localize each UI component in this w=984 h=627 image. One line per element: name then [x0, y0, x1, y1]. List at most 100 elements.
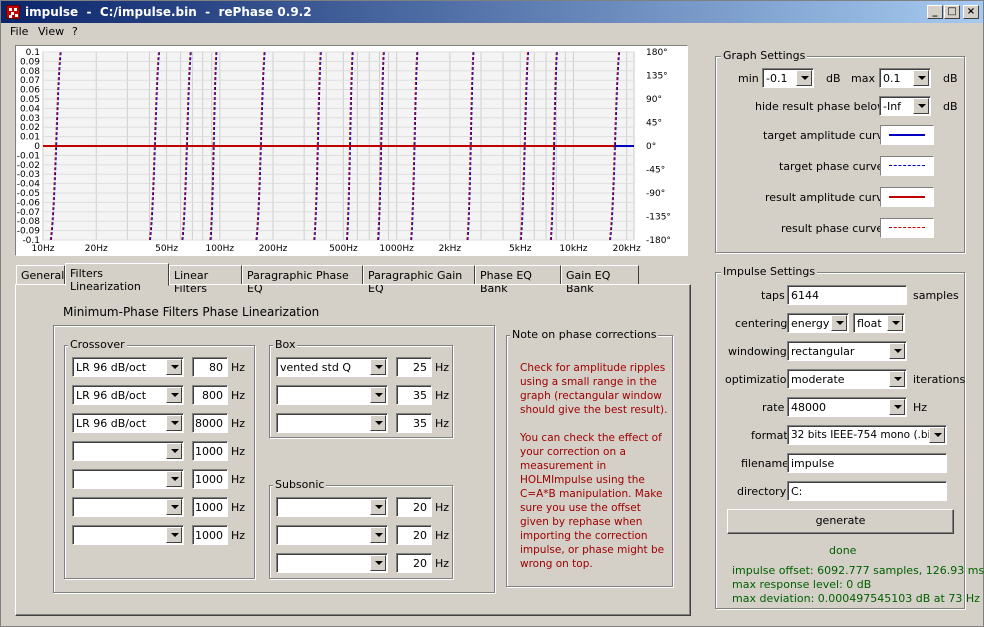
x-tick-label: 100Hz	[205, 244, 234, 254]
note-legend: Note on phase corrections	[510, 328, 659, 341]
taps-input[interactable]: 6144	[787, 285, 907, 305]
crossover-frequency-input[interactable]: 8000	[192, 413, 228, 433]
target-amplitude-swatch[interactable]	[880, 125, 934, 145]
crossover-type-select[interactable]	[72, 441, 184, 461]
chevron-down-icon	[831, 315, 847, 331]
note-line: HOLMImpulse using the	[520, 474, 645, 486]
tab-gain-eq-bank[interactable]: Gain EQ Bank	[561, 265, 639, 295]
note-line: impulse, or phase might be	[520, 544, 665, 556]
subsonic-type-select[interactable]	[276, 497, 388, 517]
chevron-down-icon	[370, 359, 386, 375]
phase-tick-label: 45°	[646, 119, 662, 129]
subsonic-hz-label: Hz	[435, 529, 450, 542]
maximize-icon[interactable]: □	[944, 5, 960, 19]
directory-input[interactable]: C:	[787, 481, 947, 501]
tab-general[interactable]: General	[16, 265, 65, 285]
chevron-down-icon	[166, 527, 182, 543]
subsonic-frequency-input[interactable]: 20	[396, 553, 432, 573]
filename-input[interactable]: impulse	[787, 453, 947, 473]
title-bar: impulse - C:/impulse.bin - rePhase 0.9.2…	[1, 1, 983, 23]
box-type-select[interactable]	[276, 413, 388, 433]
menu-help[interactable]: ?	[72, 25, 78, 38]
note-line: Check for amplitude ripples	[520, 362, 666, 374]
format-select[interactable]: 32 bits IEEE-754 mono (.bin)	[787, 425, 947, 445]
min-unit: dB	[826, 72, 841, 85]
tab-filters-linearization[interactable]: Filters Linearization	[65, 263, 169, 293]
crossover-type-select[interactable]	[72, 525, 184, 545]
filename-label: filename	[741, 457, 789, 470]
crossover-hz-label: Hz	[231, 445, 246, 458]
note-line: given by rephase when	[520, 516, 643, 528]
phase-tick-label: 90°	[646, 95, 662, 105]
menu-bar: File View ?	[1, 23, 983, 41]
chevron-down-icon	[370, 555, 386, 571]
subsonic-hz-label: Hz	[435, 557, 450, 570]
crossover-frequency-input[interactable]: 800	[192, 385, 228, 405]
x-tick-label: 200Hz	[259, 244, 288, 254]
max-select[interactable]: 0.1	[879, 68, 931, 88]
box-type-select[interactable]	[276, 385, 388, 405]
max-label: max	[851, 72, 875, 85]
optimization-select[interactable]: moderate	[787, 369, 907, 389]
box-type-select[interactable]: vented std Q	[276, 357, 388, 377]
impulse-settings-legend: Impulse Settings	[721, 265, 818, 278]
box-frequency-input[interactable]: 35	[396, 413, 432, 433]
phase-tick-label: 135°	[646, 72, 668, 82]
directory-label: directory	[737, 485, 787, 498]
crossover-type-select[interactable]	[72, 497, 184, 517]
crossover-type-select[interactable]	[72, 469, 184, 489]
x-tick-label: 1000Hz	[379, 244, 414, 254]
graph-plot: 0.10.090.080.070.060.050.040.030.020.010…	[17, 48, 671, 254]
crossover-frequency-input[interactable]: 1000	[192, 469, 228, 489]
target-phase-swatch[interactable]	[880, 156, 934, 176]
subsonic-type-select[interactable]	[276, 525, 388, 545]
rate-unit: Hz	[913, 401, 928, 414]
crossover-type-select[interactable]: LR 96 dB/oct	[72, 385, 184, 405]
subsonic-frequency-input[interactable]: 20	[396, 497, 432, 517]
windowing-select[interactable]: rectangular	[787, 341, 907, 361]
note-line	[520, 417, 670, 431]
crossover-frequency-input[interactable]: 1000	[192, 441, 228, 461]
phase-tick-label: 0°	[646, 142, 656, 152]
tab-phase-eq-bank[interactable]: Phase EQ Bank	[475, 265, 561, 295]
subsonic-legend: Subsonic	[273, 478, 327, 491]
centering-mode-select[interactable]: float	[853, 313, 905, 333]
chevron-down-icon	[889, 399, 905, 415]
crossover-hz-label: Hz	[231, 501, 246, 514]
subsonic-type-select[interactable]	[276, 553, 388, 573]
crossover-frequency-input[interactable]: 1000	[192, 497, 228, 517]
phase-tick-label: -135°	[646, 213, 671, 223]
generate-button[interactable]: generate	[727, 509, 954, 534]
crossover-frequency-input[interactable]: 1000	[192, 525, 228, 545]
note-line: your correction on a	[520, 446, 626, 458]
hide-phase-select[interactable]: -Inf	[879, 96, 931, 116]
result-phase-swatch[interactable]	[880, 218, 934, 238]
response-graph[interactable]: 0.1 0.09 0.08 0.07 0.06 0.05 0.04 0.03 0.02 0.01 0…	[15, 45, 688, 256]
crossover-frequency-input[interactable]: 80	[192, 357, 228, 377]
crossover-type-select[interactable]: LR 96 dB/oct	[72, 357, 184, 377]
tab-paragraphic-gain-eq[interactable]: Paragraphic Gain EQ	[363, 265, 475, 295]
x-tick-label: 5kHz	[509, 244, 532, 254]
crossover-type-select[interactable]: LR 96 dB/oct	[72, 413, 184, 433]
taps-unit: samples	[913, 289, 959, 302]
minimize-icon[interactable]: _	[927, 5, 943, 19]
x-tick-label: 20kHz	[613, 244, 641, 254]
centering-label: centering	[735, 317, 788, 330]
centering-select[interactable]: energy	[787, 313, 849, 333]
result-amplitude-label: result amplitude curve	[765, 191, 890, 204]
min-select[interactable]: -0.1	[762, 68, 814, 88]
tab-linear-filters[interactable]: Linear Filters	[169, 265, 242, 295]
menu-file[interactable]: File	[10, 25, 28, 38]
crossover-hz-label: Hz	[231, 361, 246, 374]
close-icon[interactable]: ×	[963, 5, 979, 19]
rate-select[interactable]: 48000	[787, 397, 907, 417]
box-frequency-input[interactable]: 35	[396, 385, 432, 405]
menu-view[interactable]: View	[38, 25, 64, 38]
tab-paragraphic-phase-eq[interactable]: Paragraphic Phase EQ	[242, 265, 363, 295]
chevron-down-icon	[166, 499, 182, 515]
phase-tick-label: -90°	[646, 189, 665, 199]
subsonic-frequency-input[interactable]: 20	[396, 525, 432, 545]
box-frequency-input[interactable]: 25	[396, 357, 432, 377]
result-amplitude-swatch[interactable]	[880, 187, 934, 207]
box-hz-label: Hz	[435, 417, 450, 430]
